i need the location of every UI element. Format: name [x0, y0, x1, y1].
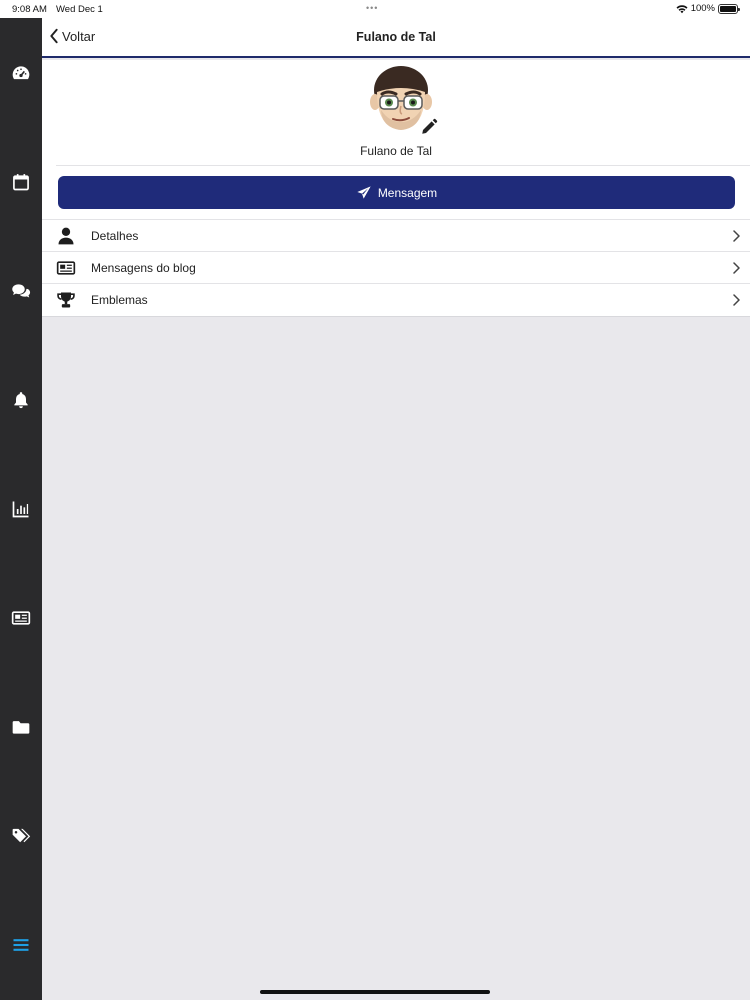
menu-item-label: Detalhes: [91, 229, 139, 243]
sidebar-item-files[interactable]: [0, 707, 42, 747]
newspaper-icon: [11, 611, 31, 625]
calendar-icon: [13, 174, 29, 191]
status-right: 100%: [676, 3, 740, 14]
sidebar-item-dashboard[interactable]: [0, 53, 42, 93]
paper-plane-icon: [357, 185, 371, 199]
sidebar-item-calendar[interactable]: [0, 162, 42, 202]
battery-percent: 100%: [690, 3, 715, 14]
tags-icon: [12, 828, 31, 843]
sidebar-item-notifications[interactable]: [0, 380, 42, 420]
comments-icon: [12, 284, 31, 298]
message-button-label: Mensagem: [377, 185, 438, 200]
status-bar: 9:08 AM Wed Dec 1 ••• 100%: [0, 0, 750, 18]
sidebar-item-tags[interactable]: [0, 816, 42, 856]
battery-icon: [718, 3, 740, 14]
menu-item-label: Mensagens do blog: [91, 261, 196, 275]
message-button[interactable]: Mensagem: [58, 176, 735, 209]
menu-icon: [13, 939, 29, 951]
actions-area: Mensagem: [42, 166, 750, 220]
home-indicator[interactable]: [260, 990, 490, 994]
menu-item-label: Emblemas: [91, 293, 148, 307]
avatar-container[interactable]: [368, 64, 438, 134]
menu-item-blog-messages[interactable]: Mensagens do blog: [42, 252, 750, 284]
sidebar: [0, 18, 42, 1000]
wifi-icon: [676, 4, 688, 13]
sidebar-item-comments[interactable]: [0, 271, 42, 311]
bell-icon: [14, 392, 28, 409]
newspaper-icon: [56, 258, 76, 278]
sidebar-item-menu[interactable]: [0, 925, 42, 965]
navbar: Voltar Fulano de Tal: [42, 18, 750, 58]
user-icon: [56, 226, 76, 246]
chevron-right-icon: [733, 262, 740, 274]
profile-name: Fulano de Tal: [360, 144, 432, 158]
menu-item-badges[interactable]: Emblemas: [42, 284, 750, 316]
profile-menu-list: Detalhes Mensagens do blog Emblemas: [42, 219, 750, 317]
status-date: Wed Dec 1: [56, 4, 103, 15]
trophy-icon: [56, 290, 76, 310]
page-title: Fulano de Tal: [356, 30, 436, 44]
folder-icon: [12, 721, 30, 734]
sidebar-item-reports[interactable]: [0, 489, 42, 529]
multitasking-dots-icon[interactable]: •••: [366, 3, 378, 13]
profile-header: Fulano de Tal: [42, 60, 750, 166]
chevron-right-icon: [733, 230, 740, 242]
chevron-right-icon: [733, 294, 740, 306]
dashboard-icon: [12, 66, 30, 80]
battery-level: [720, 5, 736, 12]
status-time: 9:08 AM: [12, 4, 47, 15]
menu-item-details[interactable]: Detalhes: [42, 220, 750, 252]
chart-icon: [12, 501, 29, 518]
sidebar-item-blog[interactable]: [0, 598, 42, 638]
edit-avatar-icon[interactable]: [420, 118, 438, 136]
